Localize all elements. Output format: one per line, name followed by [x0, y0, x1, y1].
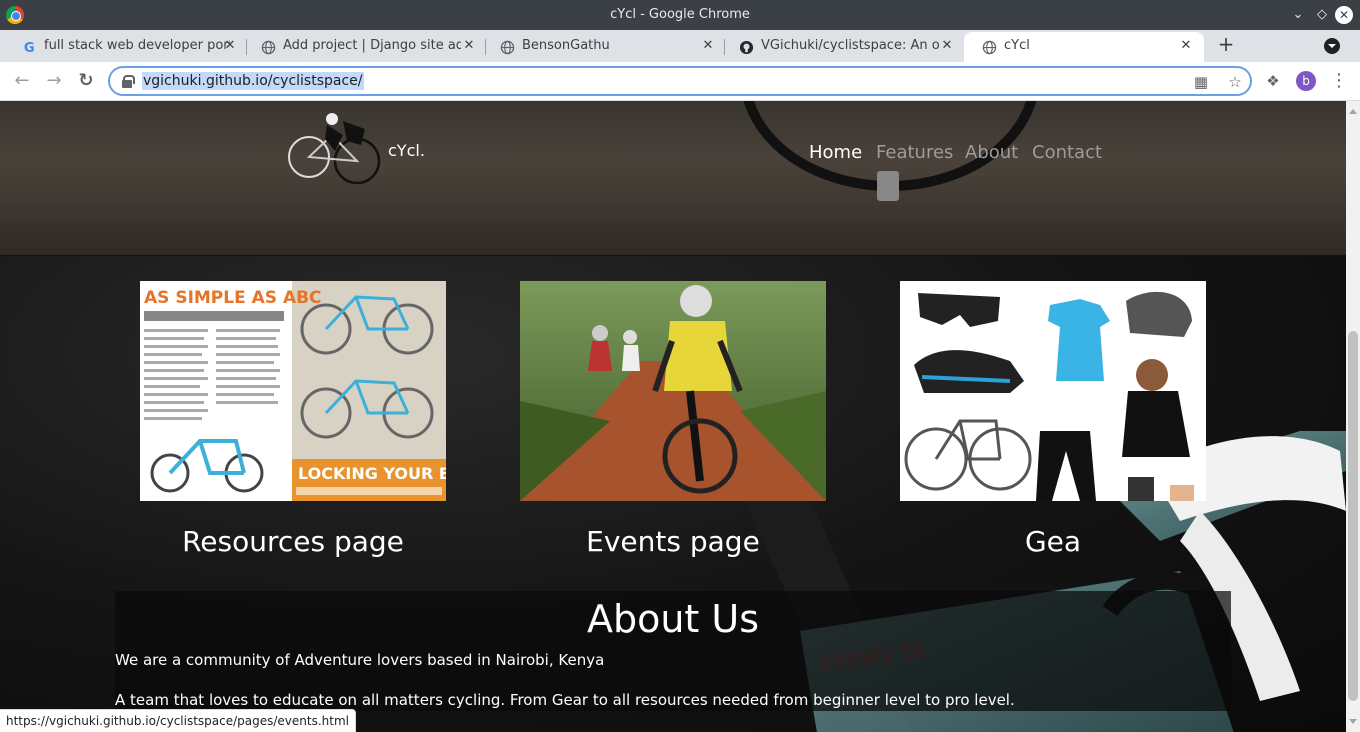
- url-text[interactable]: vgichuki.github.io/cyclistspace/: [142, 72, 364, 90]
- tab-strip: G full stack web developer portf ✕ Add p…: [0, 30, 1360, 62]
- globe-icon: [982, 40, 997, 55]
- resources-card-title[interactable]: Resources page: [140, 525, 446, 558]
- events-card-title[interactable]: Events page: [520, 525, 826, 558]
- resources-card-image[interactable]: AS SIMPLE AS ABC LOCKING YOUR B: [140, 281, 446, 501]
- restore-icon[interactable]: ◇: [1312, 5, 1332, 25]
- back-icon[interactable]: ←: [10, 70, 34, 94]
- reload-icon[interactable]: ↻: [74, 70, 98, 94]
- tab-title: full stack web developer portf: [44, 38, 230, 53]
- tab-close-icon[interactable]: ✕: [1176, 32, 1196, 60]
- gear-card-image[interactable]: [900, 281, 1206, 501]
- tab-search-icon[interactable]: [1324, 38, 1340, 54]
- globe-icon: [500, 40, 515, 55]
- profile-avatar[interactable]: b: [1296, 71, 1316, 91]
- new-tab-icon[interactable]: +: [1215, 33, 1237, 57]
- qr-code-icon[interactable]: ▦: [1192, 73, 1210, 91]
- github-icon: [739, 40, 754, 55]
- tab-github-repo[interactable]: VGichuki/cyclistspace: An onli ✕: [721, 32, 963, 62]
- address-bar[interactable]: vgichuki.github.io/cyclistspace/ ▦ ☆: [108, 66, 1252, 96]
- about-paragraph-2: A team that loves to educate on all matt…: [115, 691, 1015, 709]
- about-paragraph-1: We are a community of Adventure lovers b…: [115, 651, 605, 669]
- browser-toolbar: ← → ↻ vgichuki.github.io/cyclistspace/ ▦…: [0, 62, 1360, 101]
- close-window-icon[interactable]: ✕: [1335, 6, 1353, 24]
- tab-close-icon[interactable]: ✕: [220, 32, 240, 60]
- window-title: cYcl - Google Chrome: [610, 7, 750, 22]
- tab-cycl-active[interactable]: cYcl ✕: [964, 32, 1204, 62]
- tab-portfolio[interactable]: G full stack web developer portf ✕: [4, 32, 244, 62]
- gear-card-title[interactable]: Gea: [900, 525, 1206, 558]
- about-title: About Us: [586, 597, 760, 641]
- svg-text:AS SIMPLE AS ABC: AS SIMPLE AS ABC: [144, 288, 322, 308]
- scroll-down-icon[interactable]: [1349, 719, 1357, 728]
- lock-icon[interactable]: [122, 75, 135, 88]
- bookmark-star-icon[interactable]: ☆: [1226, 73, 1244, 91]
- about-section: About Us We are a community of Adventure…: [115, 591, 1231, 711]
- globe-icon: [261, 40, 276, 55]
- page-viewport: Infinity SL cYcl. Home Features About Co…: [0, 101, 1346, 732]
- tab-close-icon[interactable]: ✕: [937, 32, 957, 60]
- scrollbar-thumb[interactable]: [1348, 331, 1358, 701]
- link-status-bar: https://vgichuki.github.io/cyclistspace/…: [0, 709, 357, 732]
- scroll-up-icon[interactable]: [1349, 105, 1357, 114]
- svg-text:LOCKING YOUR BIKE: LOCKING YOUR BIKE: [298, 464, 446, 483]
- tab-close-icon[interactable]: ✕: [698, 32, 718, 60]
- tab-title: VGichuki/cyclistspace: An onli: [761, 38, 939, 53]
- tab-bensongathu[interactable]: BensonGathu ✕: [482, 32, 722, 62]
- google-icon: G: [24, 41, 35, 55]
- extensions-puzzle-icon[interactable]: ❖: [1264, 72, 1282, 90]
- page-scrollbar[interactable]: [1346, 101, 1360, 732]
- chrome-menu-icon[interactable]: ⋮: [1330, 70, 1348, 92]
- tab-title: Add project | Django site admi: [283, 38, 461, 53]
- tab-close-icon[interactable]: ✕: [459, 32, 479, 60]
- tab-title: BensonGathu: [522, 38, 610, 53]
- svg-text:G: G: [24, 41, 35, 55]
- tab-django-admin[interactable]: Add project | Django site admi ✕: [243, 32, 483, 62]
- minimize-icon[interactable]: ⌄: [1288, 5, 1308, 25]
- tab-title: cYcl: [1004, 38, 1030, 53]
- forward-icon[interactable]: →: [42, 70, 66, 94]
- window-titlebar: cYcl - Google Chrome ⌄ ◇ ✕: [0, 0, 1360, 30]
- events-card-image[interactable]: [520, 281, 826, 501]
